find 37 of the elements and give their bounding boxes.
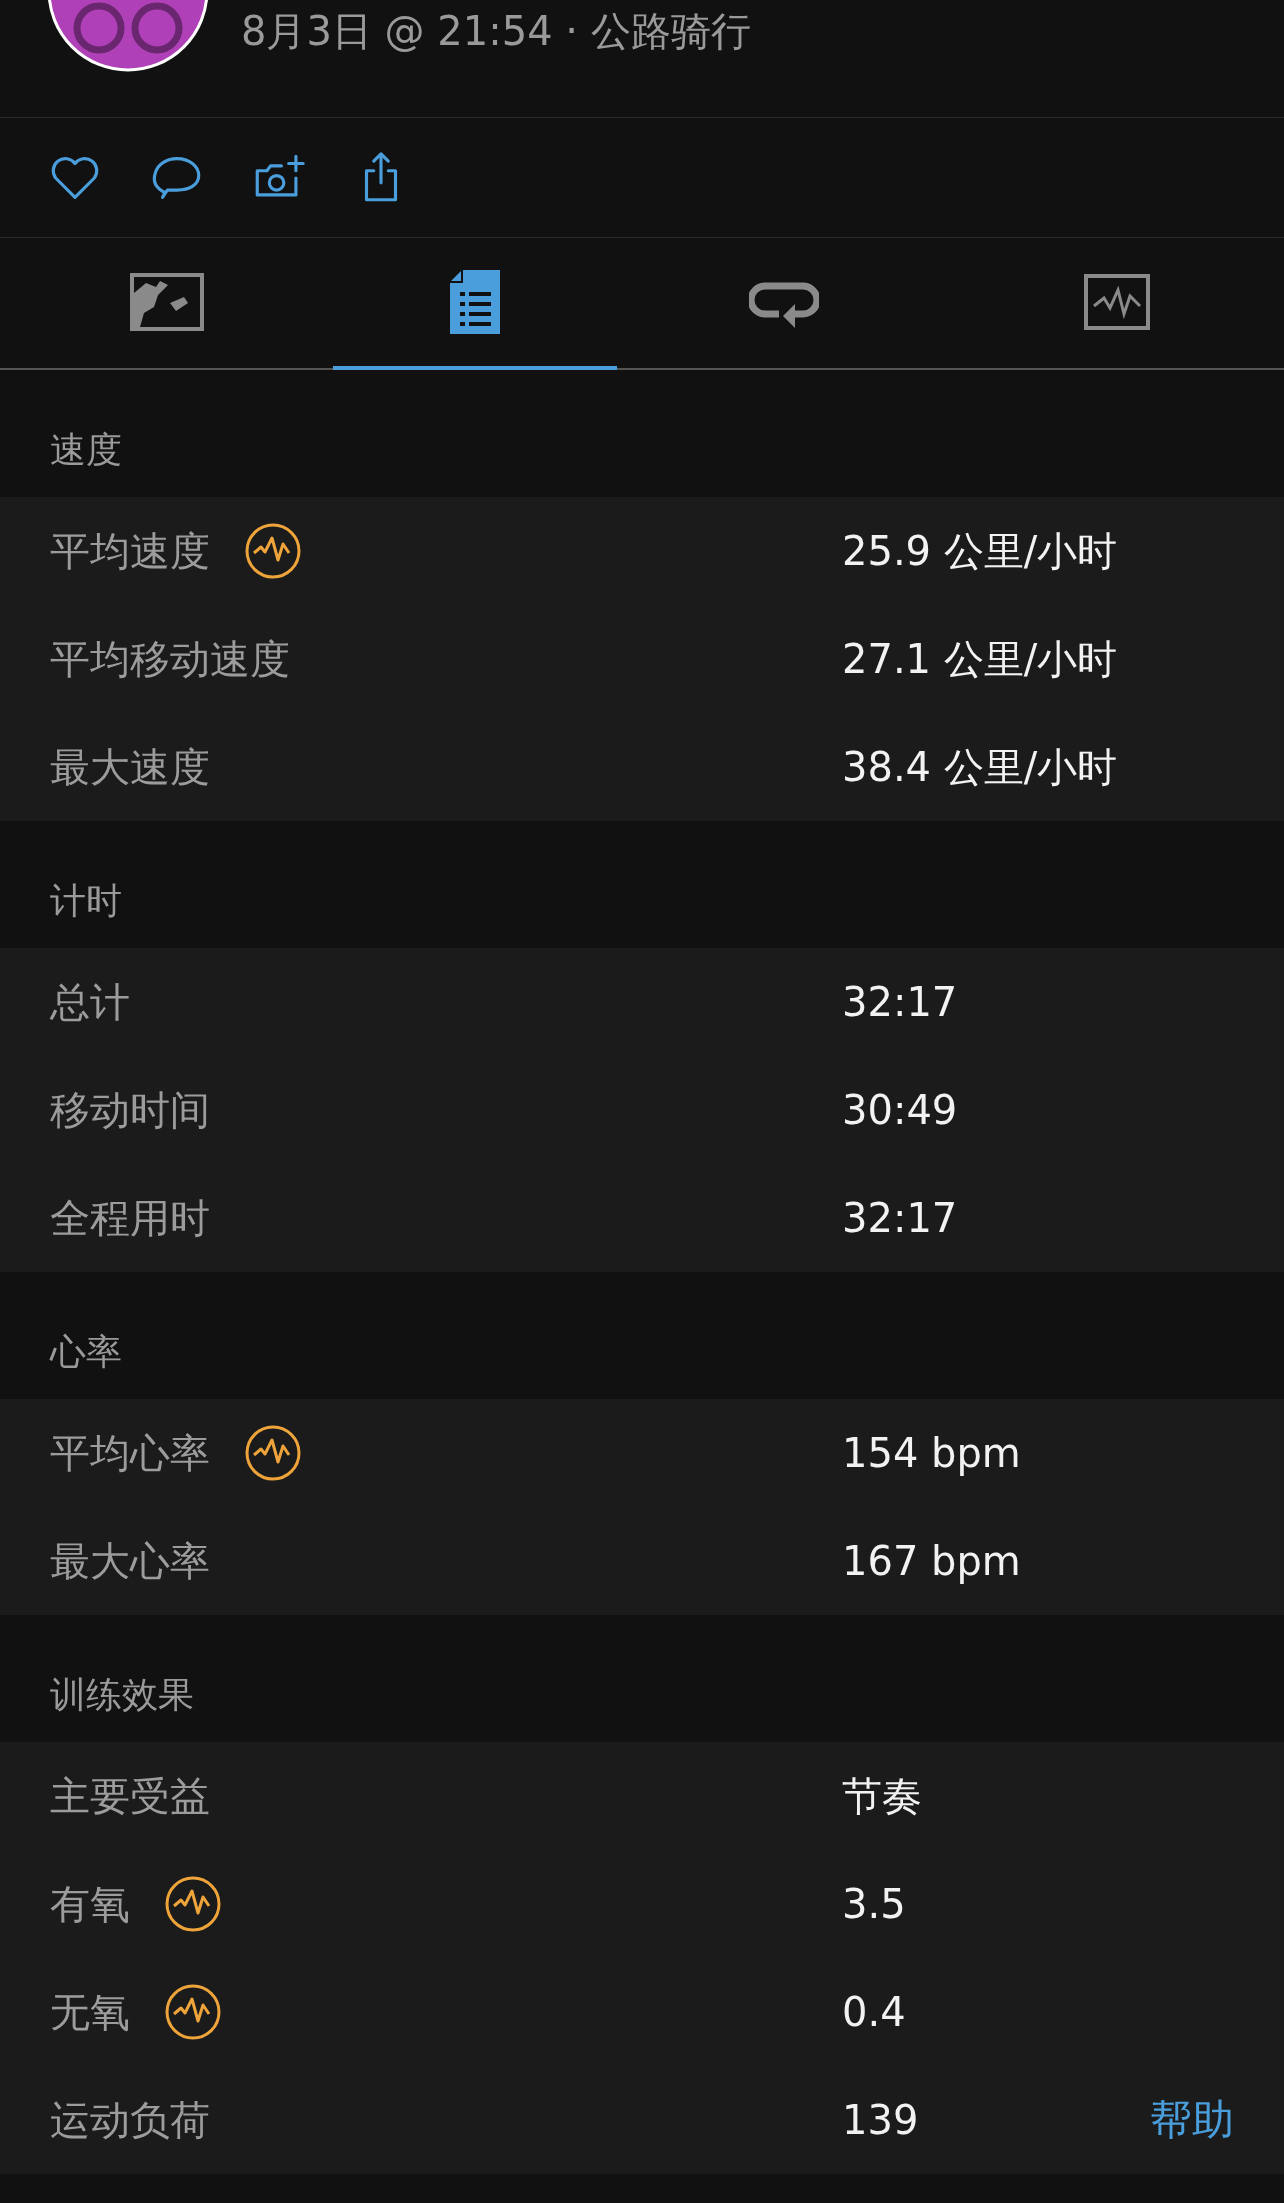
stat-value: 0.4 <box>842 1989 906 2035</box>
stat-value: 139 <box>842 2097 919 2143</box>
stat-value: 154 bpm <box>842 1430 1021 1476</box>
stat-label: 无氧 <box>50 1987 130 2037</box>
stat-value: 节奏 <box>842 1771 922 1821</box>
map-icon <box>129 273 204 331</box>
stat-label: 总计 <box>50 977 130 1027</box>
stat-value: 32:17 <box>842 1195 958 1241</box>
stat-value: 32:17 <box>842 979 958 1025</box>
stat-value: 25.9 公里/小时 <box>842 526 1118 576</box>
performance-insight-icon[interactable] <box>164 1983 222 2041</box>
activity-date-type: 8月3日 @ 21:54 · 公路骑行 <box>241 7 751 56</box>
document-list-icon <box>448 268 502 336</box>
stat-label: 平均心率 <box>50 1428 210 1478</box>
stat-label: 全程用时 <box>50 1193 210 1243</box>
stat-label: 移动时间 <box>50 1085 210 1135</box>
stat-label: 主要受益 <box>50 1771 210 1821</box>
stat-label: 运动负荷 <box>50 2095 210 2145</box>
stat-value: 167 bpm <box>842 1538 1021 1584</box>
stat-value: 3.5 <box>842 1881 906 1927</box>
stat-label: 最大心率 <box>50 1536 210 1586</box>
stat-label: 最大速度 <box>50 742 210 792</box>
activity-chart-icon <box>1084 274 1150 330</box>
stat-label: 平均速度 <box>50 526 210 576</box>
performance-insight-icon[interactable] <box>164 1875 222 1933</box>
section-title: 训练效果 <box>50 1673 194 1717</box>
stat-value: 30:49 <box>842 1087 958 1133</box>
section-title: 速度 <box>50 428 122 472</box>
section-title: 心率 <box>50 1330 122 1374</box>
stat-label: 平均移动速度 <box>50 634 290 684</box>
stat-label: 有氧 <box>50 1879 130 1929</box>
help-link[interactable]: 帮助 <box>1150 2092 1234 2148</box>
performance-insight-icon[interactable] <box>244 522 302 580</box>
section-title: 计时 <box>50 879 122 923</box>
stat-value: 38.4 公里/小时 <box>842 742 1118 792</box>
performance-insight-icon[interactable] <box>244 1424 302 1482</box>
stat-value: 27.1 公里/小时 <box>842 634 1118 684</box>
